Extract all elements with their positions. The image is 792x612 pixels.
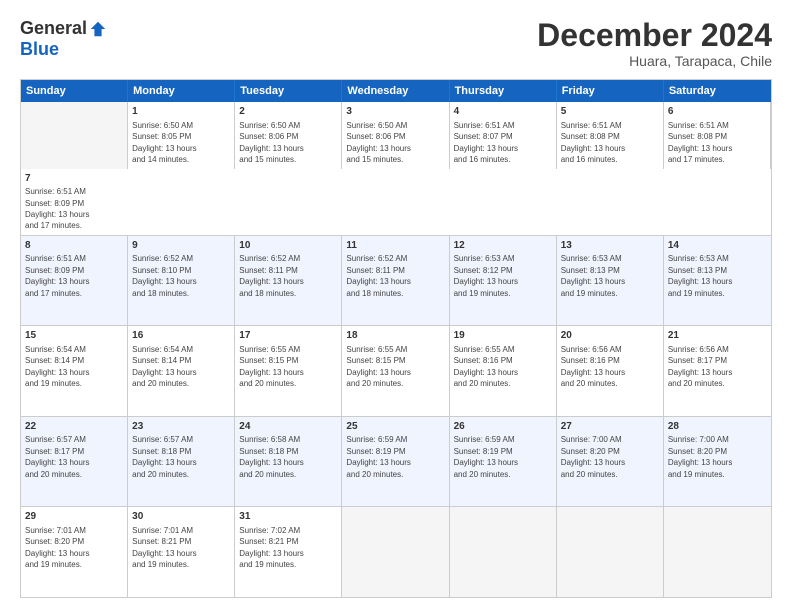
header-wednesday: Wednesday: [342, 80, 449, 102]
table-row: 4 Sunrise: 6:51 AMSunset: 8:07 PMDayligh…: [450, 102, 557, 168]
table-row: 29 Sunrise: 7:01 AMSunset: 8:20 PMDaylig…: [21, 507, 128, 597]
calendar: Sunday Monday Tuesday Wednesday Thursday…: [20, 79, 772, 598]
table-row: 22 Sunrise: 6:57 AMSunset: 8:17 PMDaylig…: [21, 417, 128, 507]
table-row: 16 Sunrise: 6:54 AMSunset: 8:14 PMDaylig…: [128, 326, 235, 416]
table-row: 24 Sunrise: 6:58 AMSunset: 8:18 PMDaylig…: [235, 417, 342, 507]
table-row: 6 Sunrise: 6:51 AMSunset: 8:08 PMDayligh…: [664, 102, 771, 168]
header-thursday: Thursday: [450, 80, 557, 102]
table-row: 5 Sunrise: 6:51 AMSunset: 8:08 PMDayligh…: [557, 102, 664, 168]
table-row: 20 Sunrise: 6:56 AMSunset: 8:16 PMDaylig…: [557, 326, 664, 416]
table-row: 19 Sunrise: 6:55 AMSunset: 8:16 PMDaylig…: [450, 326, 557, 416]
cal-cell-empty: [21, 102, 128, 168]
title-section: December 2024 Huara, Tarapaca, Chile: [537, 18, 772, 69]
table-row: 18 Sunrise: 6:55 AMSunset: 8:15 PMDaylig…: [342, 326, 449, 416]
month-title: December 2024: [537, 18, 772, 53]
cal-cell-empty: [450, 507, 557, 597]
calendar-header: Sunday Monday Tuesday Wednesday Thursday…: [21, 80, 771, 102]
table-row: 21 Sunrise: 6:56 AMSunset: 8:17 PMDaylig…: [664, 326, 771, 416]
table-row: 27 Sunrise: 7:00 AMSunset: 8:20 PMDaylig…: [557, 417, 664, 507]
table-row: 2 Sunrise: 6:50 AMSunset: 8:06 PMDayligh…: [235, 102, 342, 168]
table-row: 31 Sunrise: 7:02 AMSunset: 8:21 PMDaylig…: [235, 507, 342, 597]
header-monday: Monday: [128, 80, 235, 102]
table-row: 11 Sunrise: 6:52 AMSunset: 8:11 PMDaylig…: [342, 236, 449, 326]
week-row-4: 22 Sunrise: 6:57 AMSunset: 8:17 PMDaylig…: [21, 416, 771, 507]
table-row: 15 Sunrise: 6:54 AMSunset: 8:14 PMDaylig…: [21, 326, 128, 416]
table-row: 10 Sunrise: 6:52 AMSunset: 8:11 PMDaylig…: [235, 236, 342, 326]
table-row: 8 Sunrise: 6:51 AMSunset: 8:09 PMDayligh…: [21, 236, 128, 326]
table-row: 23 Sunrise: 6:57 AMSunset: 8:18 PMDaylig…: [128, 417, 235, 507]
calendar-body: 1 Sunrise: 6:50 AMSunset: 8:05 PMDayligh…: [21, 102, 771, 597]
table-row: 14 Sunrise: 6:53 AMSunset: 8:13 PMDaylig…: [664, 236, 771, 326]
cal-cell-empty: [664, 507, 771, 597]
table-row: 25 Sunrise: 6:59 AMSunset: 8:19 PMDaylig…: [342, 417, 449, 507]
week-row-5: 29 Sunrise: 7:01 AMSunset: 8:20 PMDaylig…: [21, 506, 771, 597]
page-header: General Blue December 2024 Huara, Tarapa…: [20, 18, 772, 69]
cal-cell-empty: [342, 507, 449, 597]
table-row: 3 Sunrise: 6:50 AMSunset: 8:06 PMDayligh…: [342, 102, 449, 168]
table-row: 13 Sunrise: 6:53 AMSunset: 8:13 PMDaylig…: [557, 236, 664, 326]
table-row: 30 Sunrise: 7:01 AMSunset: 8:21 PMDaylig…: [128, 507, 235, 597]
header-tuesday: Tuesday: [235, 80, 342, 102]
table-row: 28 Sunrise: 7:00 AMSunset: 8:20 PMDaylig…: [664, 417, 771, 507]
header-sunday: Sunday: [21, 80, 128, 102]
table-row: 17 Sunrise: 6:55 AMSunset: 8:15 PMDaylig…: [235, 326, 342, 416]
table-row: 12 Sunrise: 6:53 AMSunset: 8:12 PMDaylig…: [450, 236, 557, 326]
logo-icon: [89, 20, 107, 38]
logo-general: General: [20, 18, 87, 39]
week-row-3: 15 Sunrise: 6:54 AMSunset: 8:14 PMDaylig…: [21, 325, 771, 416]
table-row: 1 Sunrise: 6:50 AMSunset: 8:05 PMDayligh…: [128, 102, 235, 168]
table-row: 7 Sunrise: 6:51 AMSunset: 8:09 PMDayligh…: [21, 169, 128, 235]
location: Huara, Tarapaca, Chile: [537, 53, 772, 69]
logo-blue: Blue: [20, 39, 59, 60]
table-row: 26 Sunrise: 6:59 AMSunset: 8:19 PMDaylig…: [450, 417, 557, 507]
calendar-page: General Blue December 2024 Huara, Tarapa…: [0, 0, 792, 612]
header-saturday: Saturday: [664, 80, 771, 102]
week-row-1: 1 Sunrise: 6:50 AMSunset: 8:05 PMDayligh…: [21, 102, 771, 235]
week-row-2: 8 Sunrise: 6:51 AMSunset: 8:09 PMDayligh…: [21, 235, 771, 326]
cal-cell-empty: [557, 507, 664, 597]
table-row: 9 Sunrise: 6:52 AMSunset: 8:10 PMDayligh…: [128, 236, 235, 326]
logo: General Blue: [20, 18, 107, 60]
header-friday: Friday: [557, 80, 664, 102]
